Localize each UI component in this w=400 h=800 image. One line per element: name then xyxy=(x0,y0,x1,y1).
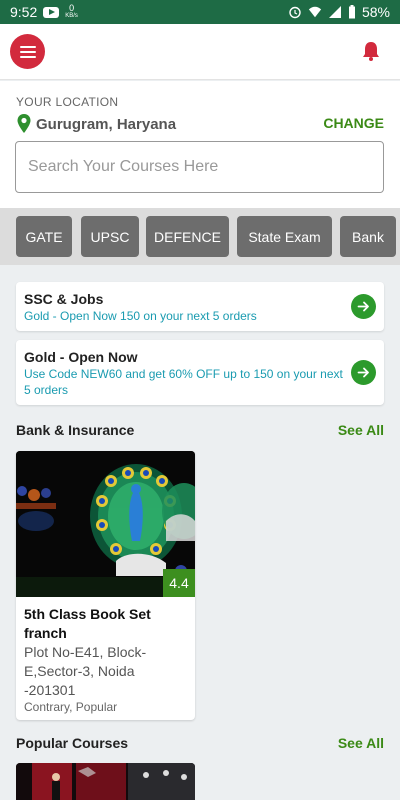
location-panel: YOUR LOCATION Gurugram, Haryana CHANGE xyxy=(0,81,400,208)
menu-button[interactable] xyxy=(10,34,45,69)
network-speed-value: 0 xyxy=(69,3,75,13)
arrow-right-icon xyxy=(357,301,369,312)
status-bar: 9:52 0 KB/s 58% xyxy=(0,0,400,24)
section-title-bank-insurance: Bank & Insurance xyxy=(16,422,135,438)
network-speed-unit: KB/s xyxy=(65,13,78,19)
hamburger-menu-icon xyxy=(19,45,36,48)
category-chip-gate[interactable]: GATE xyxy=(16,216,72,257)
arrow-right-icon xyxy=(357,367,369,378)
wifi-icon xyxy=(308,6,322,18)
search-input[interactable] xyxy=(15,141,384,193)
offer-title: Gold - Open Now xyxy=(24,349,138,365)
change-location-button[interactable]: CHANGE xyxy=(323,115,384,131)
category-chips: GATE UPSC DEFENCE State Exam Bank xyxy=(0,208,400,265)
alarm-icon xyxy=(289,6,301,19)
stage-performers-image xyxy=(16,763,195,800)
category-chip-bank[interactable]: Bank xyxy=(340,216,396,257)
course-name: 5th Class Book Set franch xyxy=(24,606,151,641)
see-all-popular-courses[interactable]: See All xyxy=(338,735,384,751)
battery-icon xyxy=(348,5,355,19)
category-chip-upsc[interactable]: UPSC xyxy=(81,216,139,257)
course-image: 4.4 xyxy=(16,451,195,597)
popular-course-image[interactable] xyxy=(16,763,195,800)
offer-description: Use Code NEW60 and get 60% OFF up to 150… xyxy=(24,367,343,397)
offer-description: Gold - Open Now 150 on your next 5 order… xyxy=(24,309,257,323)
category-chip-state-exam[interactable]: State Exam xyxy=(237,216,332,257)
section-title-popular-courses: Popular Courses xyxy=(16,735,129,751)
offer-arrow-button[interactable] xyxy=(351,360,376,385)
youtube-notification-icon xyxy=(43,6,60,18)
rating-badge: 4.4 xyxy=(163,569,195,597)
course-card[interactable]: 4.4 5th Class Book Set franch Plot No-E4… xyxy=(16,451,195,720)
battery-percent: 58% xyxy=(361,4,390,20)
location-row: Gurugram, Haryana xyxy=(16,113,176,135)
offer-arrow-button[interactable] xyxy=(351,294,376,319)
offer-card[interactable]: SSC & Jobs Gold - Open Now 150 on your n… xyxy=(16,282,384,331)
offer-card[interactable]: Gold - Open Now Use Code NEW60 and get 6… xyxy=(16,340,384,405)
location-label: YOUR LOCATION xyxy=(16,95,119,109)
offer-title: SSC & Jobs xyxy=(24,291,104,307)
status-time: 9:52 xyxy=(10,4,38,20)
course-tags: Contrary, Popular xyxy=(24,700,118,714)
app-header xyxy=(0,24,400,80)
see-all-bank-insurance[interactable]: See All xyxy=(338,422,384,438)
location-pin-icon xyxy=(17,114,31,133)
network-speed: 0 KB/s xyxy=(65,4,78,20)
course-address: Plot No-E41, Block-E,Sector-3, Noida -20… xyxy=(24,644,147,698)
category-chip-defence[interactable]: DEFENCE xyxy=(146,216,229,257)
signal-icon xyxy=(328,6,341,18)
location-city: Gurugram, Haryana xyxy=(36,115,177,133)
notification-bell-icon[interactable] xyxy=(360,40,382,62)
